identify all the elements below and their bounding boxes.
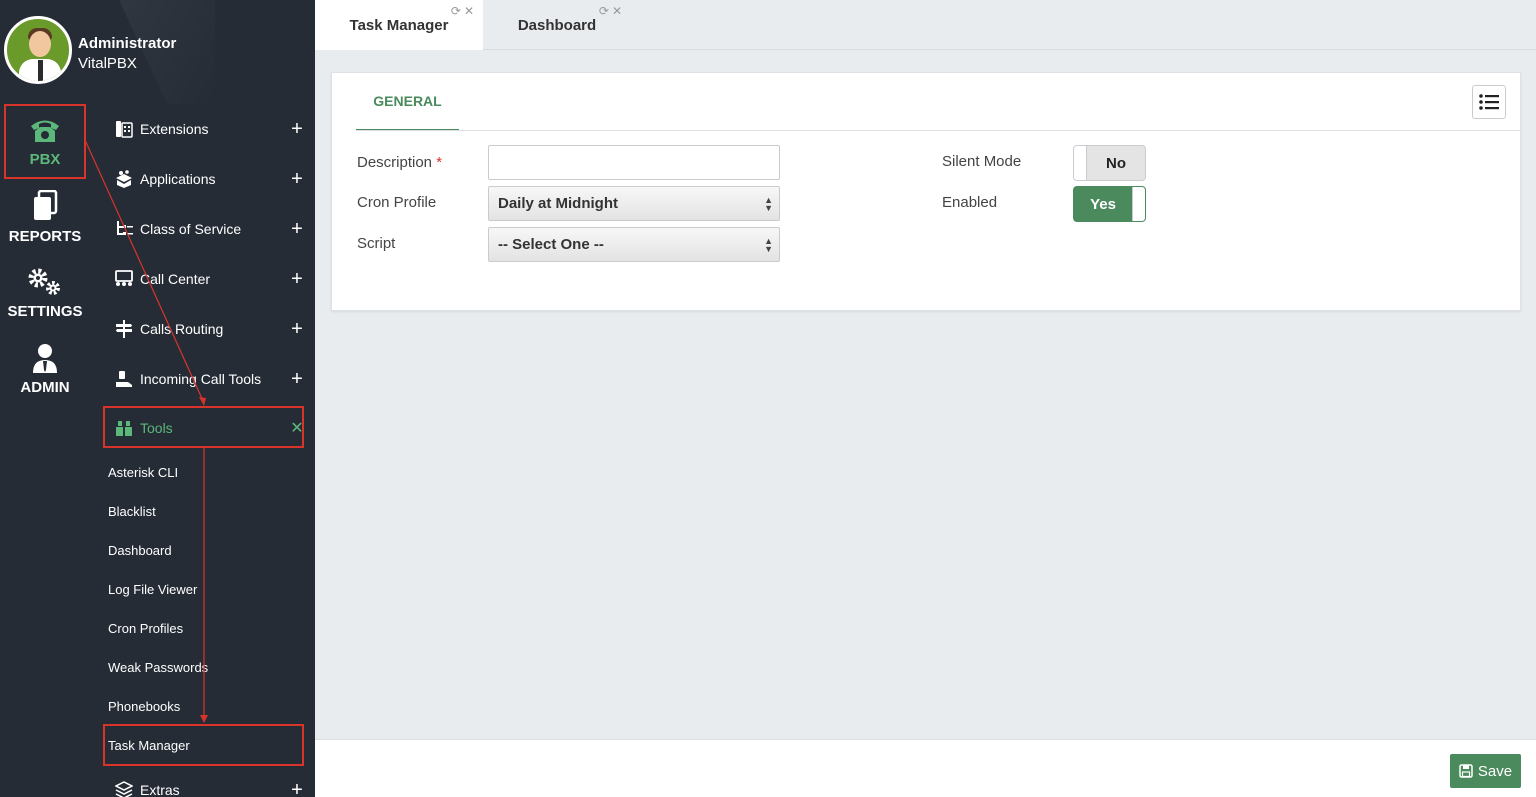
- menu-item-label: Class of Service: [140, 221, 242, 237]
- user-org: VitalPBX: [78, 55, 137, 72]
- tab-bar: Task Manager ⟳✕ Dashboard ⟳✕: [315, 0, 1536, 50]
- menu-item-label: Extras: [140, 782, 180, 797]
- script-select[interactable]: -- Select One -- ▲ ▼: [488, 227, 780, 262]
- rail-settings-label: SETTINGS: [7, 303, 83, 320]
- expand-plus-icon[interactable]: +: [290, 168, 304, 191]
- submenu-dashboard[interactable]: Dashboard: [108, 543, 172, 558]
- save-button[interactable]: Save: [1450, 754, 1521, 788]
- submenu-weak-passwords[interactable]: Weak Passwords: [108, 660, 208, 675]
- description-label: Description *: [357, 154, 443, 171]
- extensions-icon: [114, 119, 134, 139]
- list-icon: [1479, 94, 1499, 110]
- menu-item-applications[interactable]: Applications +: [114, 159, 304, 199]
- expand-plus-icon[interactable]: +: [290, 368, 304, 391]
- expand-plus-icon[interactable]: +: [290, 218, 304, 241]
- collapse-x-icon[interactable]: ✕: [290, 418, 304, 438]
- call-center-icon: [114, 269, 134, 289]
- admin-user-icon: [33, 344, 57, 373]
- rail-admin-label: ADMIN: [20, 379, 70, 396]
- select-arrows-icon: ▲ ▼: [764, 195, 773, 213]
- documents-icon: [34, 190, 58, 220]
- menu-item-incoming-call-tools[interactable]: Incoming Call Tools +: [114, 359, 304, 399]
- cron-profile-label: Cron Profile: [357, 194, 437, 211]
- tab-label: Task Manager: [349, 16, 449, 34]
- class-of-service-icon: [114, 219, 134, 239]
- menu-item-tools[interactable]: Tools ✕: [114, 408, 304, 448]
- tab-refresh-close-icons[interactable]: ⟳✕: [599, 4, 625, 18]
- expand-plus-icon[interactable]: +: [290, 779, 304, 797]
- menu-item-label: Tools: [140, 420, 173, 436]
- silent-mode-label: Silent Mode: [942, 153, 1022, 170]
- submenu-phonebooks[interactable]: Phonebooks: [108, 699, 180, 714]
- menu-item-extensions[interactable]: Extensions +: [114, 109, 304, 149]
- panel-divider: [356, 130, 1522, 131]
- user-block: Administrator VitalPBX: [0, 0, 315, 104]
- menu-item-calls-routing[interactable]: Calls Routing +: [114, 309, 304, 349]
- incoming-call-tools-icon: [114, 369, 134, 389]
- menu-item-call-center[interactable]: Call Center +: [114, 259, 304, 299]
- expand-plus-icon[interactable]: +: [290, 268, 304, 291]
- calls-routing-icon: [114, 319, 134, 339]
- menu-item-label: Incoming Call Tools: [140, 371, 262, 387]
- menu-item-label: Applications: [140, 171, 216, 187]
- description-input[interactable]: [488, 145, 780, 180]
- extras-layers-icon: [114, 780, 134, 797]
- submenu-task-manager[interactable]: Task Manager: [108, 738, 190, 753]
- tab-label: Dashboard: [517, 16, 597, 34]
- menu-item-label: Extensions: [140, 121, 209, 137]
- rail-pbx-label: PBX: [29, 151, 61, 168]
- save-icon: [1459, 764, 1473, 778]
- footer-bar: Save: [315, 739, 1536, 797]
- tab-refresh-close-icons[interactable]: ⟳✕: [451, 4, 477, 18]
- submenu-log-file-viewer[interactable]: Log File Viewer: [108, 582, 197, 597]
- rail-reports-label: REPORTS: [8, 228, 82, 245]
- gears-icon: [28, 268, 60, 295]
- expand-plus-icon[interactable]: +: [290, 118, 304, 141]
- menu-item-extras[interactable]: Extras +: [114, 770, 304, 797]
- select-arrows-icon: ▲ ▼: [764, 236, 773, 254]
- expand-plus-icon[interactable]: +: [290, 318, 304, 341]
- applications-icon: [114, 169, 134, 189]
- enabled-toggle[interactable]: Yes: [1073, 186, 1146, 222]
- cron-profile-select[interactable]: Daily at Midnight ▲ ▼: [488, 186, 780, 221]
- rail-settings[interactable]: SETTINGS: [0, 267, 90, 320]
- tab-dashboard[interactable]: Dashboard ⟳✕: [483, 0, 631, 50]
- script-label: Script: [357, 235, 396, 252]
- pbx-menu: Extensions + Applications + Class of Ser…: [90, 104, 315, 797]
- task-form-panel: GENERAL Description * Cron Profile Daily…: [331, 72, 1522, 311]
- user-name: Administrator: [78, 35, 177, 52]
- menu-item-class-of-service[interactable]: Class of Service +: [114, 209, 304, 249]
- submenu-asterisk-cli[interactable]: Asterisk CLI: [108, 465, 178, 480]
- menu-item-label: Calls Routing: [140, 321, 224, 337]
- submenu-cron-profiles[interactable]: Cron Profiles: [108, 621, 183, 636]
- silent-mode-toggle[interactable]: No: [1073, 145, 1146, 181]
- enabled-label: Enabled: [942, 194, 998, 211]
- header-shade: [119, 0, 215, 104]
- tab-task-manager[interactable]: Task Manager ⟳✕: [315, 0, 483, 50]
- rail-pbx[interactable]: PBX: [4, 104, 86, 179]
- menu-item-label: Call Center: [140, 271, 211, 287]
- submenu-blacklist[interactable]: Blacklist: [108, 504, 156, 519]
- rail-reports[interactable]: REPORTS: [0, 190, 90, 245]
- avatar[interactable]: [4, 16, 72, 84]
- tools-icon: [114, 418, 134, 438]
- tab-general[interactable]: GENERAL: [356, 73, 459, 131]
- rail-admin[interactable]: ADMIN: [0, 343, 90, 396]
- phone-icon: [31, 120, 59, 142]
- list-view-button[interactable]: [1472, 85, 1506, 119]
